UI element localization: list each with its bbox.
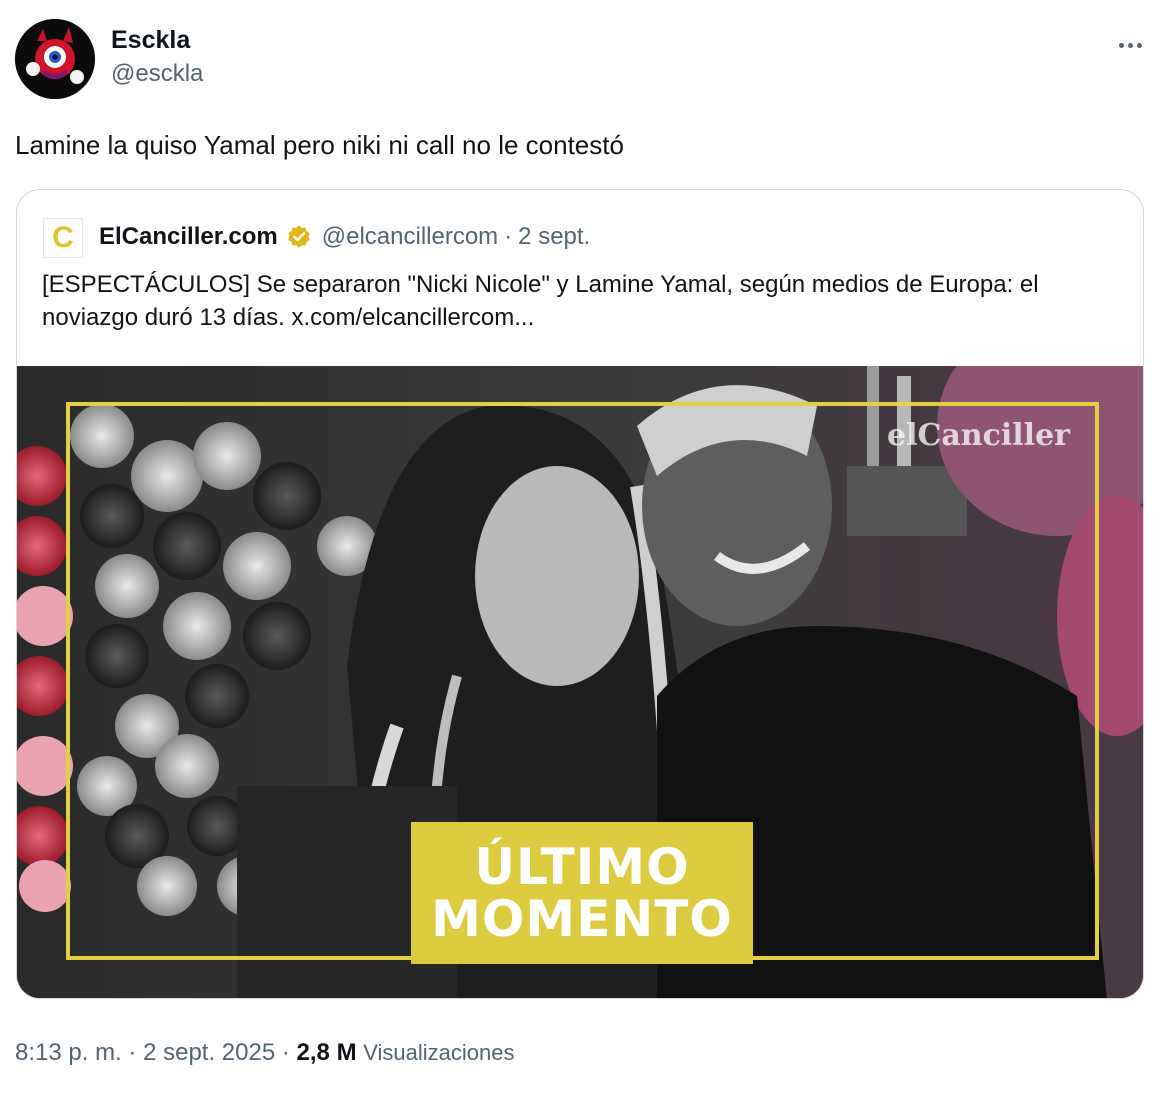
more-options-icon[interactable] xyxy=(1110,30,1150,60)
verified-badge-icon xyxy=(288,225,310,248)
author-display-name[interactable]: Esckla xyxy=(111,26,190,55)
banner-line-2: MOMENTO xyxy=(431,890,733,948)
quoted-tweet-card[interactable]: C ElCanciller.com @elcancillercom · 2 se… xyxy=(16,189,1144,999)
dot-separator: · xyxy=(128,1039,137,1066)
dot-separator: · xyxy=(504,223,513,250)
author-avatar[interactable] xyxy=(15,19,95,99)
quoted-author-avatar[interactable]: C xyxy=(43,218,83,258)
quoted-author-handle[interactable]: @elcancillercom xyxy=(322,223,498,251)
tweet: Esckla @esckla Lamine la quiso Yamal per… xyxy=(0,0,1164,1094)
tweet-date[interactable]: 2 sept. 2025 xyxy=(143,1039,275,1066)
image-watermark: elCanciller xyxy=(887,418,1070,453)
tweet-time[interactable]: 8:13 p. m. xyxy=(15,1039,122,1066)
views-label[interactable]: Visualizaciones xyxy=(363,1040,514,1065)
quoted-tweet-header: ElCanciller.com @elcancillercom · 2 sept… xyxy=(99,223,590,251)
quoted-tweet-image[interactable]: elCanciller ÚLTIMO MOMENTO xyxy=(17,366,1143,998)
views-count[interactable]: 2,8 M xyxy=(297,1039,357,1066)
breaking-news-banner: ÚLTIMO MOMENTO xyxy=(411,822,753,964)
avatar-illustration-icon xyxy=(15,19,95,99)
tweet-metadata: 8:13 p. m. · 2 sept. 2025 · 2,8 M Visual… xyxy=(15,1039,514,1067)
tweet-text: Lamine la quiso Yamal pero niki ni call … xyxy=(15,130,624,160)
quoted-tweet-date[interactable]: 2 sept. xyxy=(518,223,590,251)
quoted-tweet-text: [ESPECTÁCULOS] Se separaron "Nicki Nicol… xyxy=(42,271,1039,331)
dot-separator: · xyxy=(281,1039,290,1066)
banner-line-1: ÚLTIMO xyxy=(474,838,690,896)
author-handle[interactable]: @esckla xyxy=(111,60,203,88)
quoted-author-name[interactable]: ElCanciller.com xyxy=(99,223,278,251)
